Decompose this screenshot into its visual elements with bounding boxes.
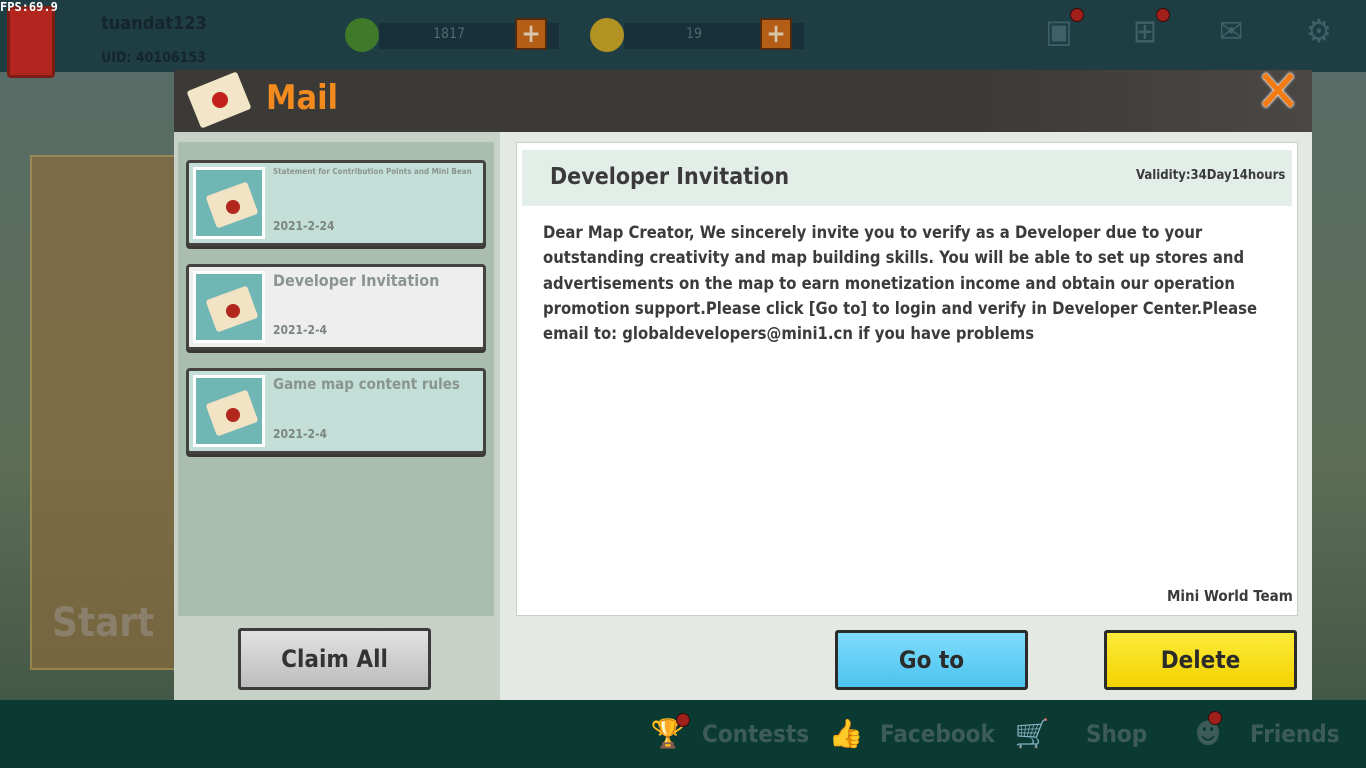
mail-validity: Validity:34Day14hours (1136, 168, 1286, 183)
friends-icon: ☻ (1188, 711, 1228, 751)
mail-content (516, 142, 1298, 616)
nav-label: Contests (702, 720, 810, 748)
mail-list-item-selected[interactable]: Developer Invitation 2021-2-4 (186, 264, 486, 350)
chest-icon[interactable]: ▣ (1036, 8, 1084, 52)
add-currency-button[interactable]: + (515, 18, 547, 50)
mail-item-date: 2021-2-4 (273, 323, 328, 337)
mail-list-item[interactable]: Game map content rules 2021-2-4 (186, 368, 486, 454)
nav-label: Friends (1250, 720, 1340, 748)
username: tuandat123 (101, 13, 207, 34)
mail-thumbnail (193, 167, 265, 239)
claim-all-button[interactable]: Claim All (238, 628, 431, 690)
mini-bean-gold-icon (590, 18, 624, 52)
gear-icon[interactable]: ⚙ (1296, 12, 1342, 52)
nav-facebook[interactable]: 👍 Facebook (826, 714, 995, 754)
mail-item-title: Statement for Contribution Points and Mi… (273, 167, 472, 176)
currency-mini-bean: 19 + (590, 18, 870, 52)
avatar[interactable] (7, 6, 55, 78)
nav-label: Facebook (880, 720, 995, 748)
mail-thumbnail (193, 375, 265, 447)
mail-header (174, 70, 1312, 132)
notification-dot (1156, 8, 1170, 22)
mail-icon[interactable]: ✉ (1208, 12, 1254, 52)
start-stage-art (30, 155, 180, 670)
go-to-button[interactable]: Go to (835, 630, 1028, 690)
start-label: Start (52, 600, 155, 646)
mail-title: Mail (266, 78, 339, 118)
nav-contests[interactable]: 🏆 Contests (648, 713, 810, 754)
add-currency-button[interactable]: + (760, 18, 792, 50)
fps-counter: FPS:69.9 (0, 0, 58, 14)
mail-item-date: 2021-2-24 (273, 219, 335, 233)
mail-thumbnail (193, 271, 265, 343)
mail-list-item[interactable]: Statement for Contribution Points and Mi… (186, 160, 486, 246)
mini-coin-green-icon (345, 18, 379, 52)
mail-item-title: Game map content rules (273, 375, 460, 393)
nav-friends[interactable]: ☻ Friends (1188, 711, 1340, 754)
uid: UID: 40106153 (101, 50, 206, 66)
gift-icon[interactable]: ⊞ (1122, 8, 1170, 52)
currency-value: 19 (685, 26, 703, 42)
mail-envelope-icon (186, 66, 256, 129)
currency-value: 1817 (432, 26, 466, 42)
notification-dot (1070, 8, 1084, 22)
mail-sender: Mini World Team (1167, 587, 1293, 605)
trophy-icon: 🏆 (648, 713, 690, 751)
nav-label: Shop (1086, 720, 1148, 748)
mail-item-date: 2021-2-4 (273, 427, 328, 441)
mail-item-title: Developer Invitation (273, 271, 440, 290)
delete-button[interactable]: Delete (1104, 630, 1297, 690)
thumbs-up-icon: 👍 (828, 717, 864, 750)
close-icon[interactable]: ✕ (1250, 62, 1306, 122)
mail-detail-title: Developer Invitation (550, 164, 790, 190)
mail-body: Dear Map Creator, We sincerely invite yo… (543, 223, 1258, 344)
nav-shop[interactable]: 🛒 Shop (1012, 714, 1148, 754)
currency-mini-coin: 1817 + (345, 18, 625, 52)
cart-icon: 🛒 (1014, 717, 1050, 750)
